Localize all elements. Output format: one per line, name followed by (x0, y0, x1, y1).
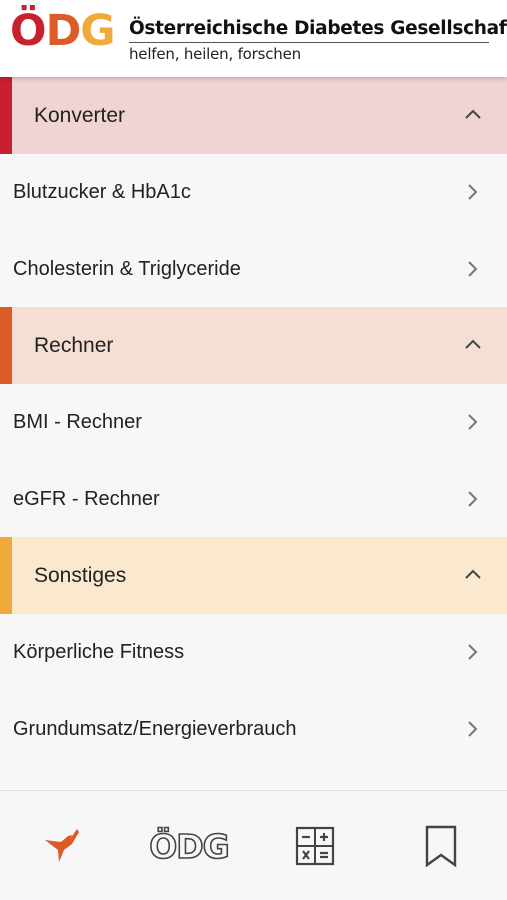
org-tagline: helfen, heilen, forschen (129, 45, 301, 63)
list-item-label: BMI - Rechner (13, 411, 142, 433)
list-item-blutzucker-hba1c[interactable]: Blutzucker & HbA1c (0, 154, 507, 231)
section-accent-bar (0, 537, 12, 614)
list-item-label: Grundumsatz/Energieverbrauch (13, 718, 297, 740)
list-item-cholesterin-triglyceride[interactable]: Cholesterin & Triglyceride (0, 231, 507, 308)
section-header-rechner[interactable]: Rechner (0, 307, 507, 384)
org-info: Österreichische Diabetes Gesellschaft he… (129, 18, 507, 63)
section-title: Konverter (34, 104, 126, 127)
list-item-label: Blutzucker & HbA1c (13, 181, 191, 203)
chevron-up-icon[interactable] (463, 106, 483, 122)
section-accent-bar (0, 307, 12, 384)
chevron-up-icon[interactable] (463, 336, 483, 352)
list-item-label: Körperliche Fitness (13, 641, 185, 663)
chevron-right-icon (468, 261, 478, 277)
odg-logo: ÖDG (10, 6, 116, 56)
chevron-right-icon (468, 184, 478, 200)
chevron-right-icon (468, 644, 478, 660)
chevron-right-icon (468, 491, 478, 507)
list-item-label: Cholesterin & Triglyceride (13, 258, 241, 280)
list-item-bmi-rechner[interactable]: BMI - Rechner (0, 384, 507, 461)
nav-calculator-button[interactable] (252, 791, 378, 900)
list-item-grundumsatz-energieverbrauch[interactable]: Grundumsatz/Energieverbrauch (0, 691, 507, 768)
list-item-koerperliche-fitness[interactable]: Körperliche Fitness (0, 614, 507, 691)
chevron-right-icon (468, 721, 478, 737)
org-name: Österreichische Diabetes Gesellschaft (129, 18, 507, 43)
calculator-icon (295, 826, 335, 866)
chevron-up-icon[interactable] (463, 566, 483, 582)
section-title: Sonstiges (34, 564, 127, 587)
app-header: ÖDG Österreichische Diabetes Gesellschaf… (0, 0, 507, 77)
section-header-konverter[interactable]: Konverter (0, 77, 507, 154)
list-item-label: eGFR - Rechner (13, 488, 160, 510)
section-title: Rechner (34, 334, 114, 357)
odg-logo-icon: ÖDG (148, 826, 230, 866)
chevron-right-icon (468, 414, 478, 430)
section-header-sonstiges[interactable]: Sonstiges (0, 537, 507, 614)
section-accent-bar (0, 77, 12, 154)
nav-home-button[interactable] (0, 791, 126, 900)
bookmark-icon (425, 825, 457, 868)
nav-bookmark-button[interactable] (378, 791, 504, 900)
nav-odg-button[interactable]: ÖDG (126, 791, 252, 900)
bottom-navigation: ÖDG (0, 790, 507, 900)
hummingbird-icon (45, 829, 79, 862)
list-item-egfr-rechner[interactable]: eGFR - Rechner (0, 461, 507, 538)
